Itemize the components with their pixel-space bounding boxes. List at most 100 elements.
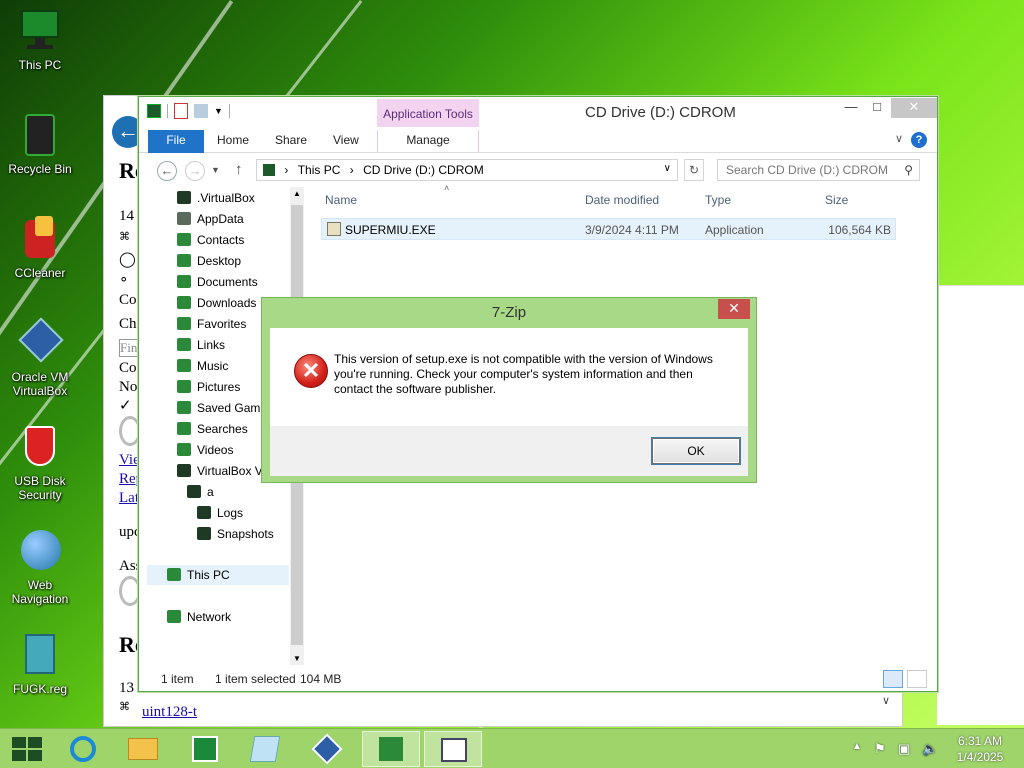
nav-item[interactable]: Saved Game: [177, 398, 267, 418]
desktop-icon-recycle-bin[interactable]: Recycle Bin: [4, 112, 76, 176]
maximize-button[interactable]: □: [863, 98, 891, 118]
desktop-icon-usb-disk-security[interactable]: USB Disk Security: [4, 424, 76, 502]
taskbar-store[interactable]: [176, 731, 234, 767]
new-folder-icon[interactable]: [194, 104, 208, 118]
tab-view[interactable]: View: [333, 130, 359, 152]
large-icons-view-icon[interactable]: [907, 670, 927, 688]
address-bar[interactable]: › This PC › CD Drive (D:) CDROM ∨: [256, 159, 678, 181]
clock-date: 1/4/2025: [956, 750, 1004, 764]
nav-item[interactable]: VirtualBox V: [177, 461, 263, 481]
show-hidden-icons-icon[interactable]: ▲: [852, 741, 862, 752]
search-box[interactable]: Search CD Drive (D:) CDROM ⚲: [717, 159, 920, 181]
taskbar-7zip-setup[interactable]: [362, 731, 420, 767]
tab-file[interactable]: File: [148, 130, 204, 153]
breadcrumb-drive[interactable]: CD Drive (D:) CDROM: [363, 163, 484, 177]
bg-link[interactable]: Vie: [119, 452, 140, 469]
desktop-icon-virtualbox[interactable]: Oracle VM VirtualBox: [4, 317, 76, 398]
address-dropdown-icon[interactable]: ∨: [664, 163, 671, 174]
scroll-down-icon[interactable]: ▼: [293, 654, 301, 663]
nav-item[interactable]: Music: [177, 356, 228, 376]
ribbon-tabs: File Home Share View Manage ∨ ?: [139, 127, 937, 153]
desktop-icon-this-pc[interactable]: This PC: [4, 8, 76, 72]
bg-text: Ch: [119, 316, 137, 332]
bg-text: Co: [119, 360, 137, 376]
column-type[interactable]: Type: [705, 193, 731, 207]
bg-bottom-link[interactable]: uint128-t: [142, 704, 197, 721]
links-icon: [177, 338, 191, 351]
scroll-up-icon[interactable]: ▲: [293, 189, 301, 198]
volume-icon[interactable]: 🔈: [922, 741, 938, 757]
taskbar-file-explorer[interactable]: [114, 731, 172, 767]
clock[interactable]: 6:31 AM 1/4/2025: [950, 733, 1010, 765]
nav-item[interactable]: .VirtualBox: [177, 188, 255, 208]
tab-home[interactable]: Home: [217, 130, 249, 152]
nav-item[interactable]: Desktop: [177, 251, 241, 271]
action-center-flag-icon[interactable]: ⚑: [874, 741, 886, 757]
nav-label: Pictures: [197, 380, 241, 394]
desktop-icon-fugk-reg[interactable]: FUGK.reg: [4, 632, 76, 696]
folder-icon: [177, 212, 191, 225]
nav-item[interactable]: Pictures: [177, 377, 240, 397]
taskbar-app[interactable]: [236, 731, 294, 767]
nav-label: AppData: [197, 212, 244, 226]
taskbar-dialog[interactable]: [424, 731, 482, 767]
expand-ribbon-icon[interactable]: ∨: [895, 132, 903, 145]
up-button[interactable]: ↑: [235, 161, 243, 178]
bg-text: Co: [119, 292, 137, 308]
desktop-icon-label: This PC: [18, 58, 62, 72]
nav-item[interactable]: Documents: [177, 272, 258, 292]
nav-item[interactable]: Favorites: [177, 314, 246, 334]
virtualbox-icon: [17, 317, 64, 366]
tab-share[interactable]: Share: [275, 130, 307, 152]
column-date[interactable]: Date modified: [585, 193, 659, 207]
minimize-button[interactable]: —: [837, 98, 865, 118]
nav-label: Contacts: [197, 233, 245, 247]
refresh-button[interactable]: ↻: [684, 159, 704, 181]
check-icon: ✓: [119, 398, 132, 414]
dialog-close-button[interactable]: ✕: [718, 299, 750, 319]
downloads-icon: [177, 296, 191, 309]
network-tray-icon[interactable]: ▣: [898, 741, 910, 757]
column-name[interactable]: Name: [325, 193, 357, 207]
nav-item[interactable]: a: [187, 482, 214, 502]
nav-item[interactable]: Links: [177, 335, 225, 355]
start-button[interactable]: [2, 731, 60, 767]
details-view-icon[interactable]: [883, 670, 903, 688]
taskbar-virtualbox[interactable]: [298, 731, 356, 767]
breadcrumb-this-pc[interactable]: This PC: [298, 163, 341, 177]
nav-label: Searches: [197, 422, 248, 436]
navigation-bar: ← → ▼ ↑ › This PC › CD Drive (D:) CDROM …: [139, 153, 937, 187]
nav-item[interactable]: AppData: [177, 209, 244, 229]
qat-dropdown-icon[interactable]: ▼: [214, 106, 223, 116]
properties-icon[interactable]: [174, 103, 188, 119]
nav-item[interactable]: Searches: [177, 419, 248, 439]
nav-item-this-pc[interactable]: This PC: [147, 565, 289, 585]
desktop-icon-ccleaner[interactable]: CCleaner: [4, 216, 76, 280]
nav-item-network[interactable]: Network: [167, 607, 231, 627]
nav-item[interactable]: Videos: [177, 440, 233, 460]
forward-button[interactable]: →: [185, 161, 205, 181]
recent-locations-icon[interactable]: ▼: [211, 165, 220, 175]
nav-item[interactable]: Snapshots: [197, 524, 274, 544]
desktop-icon-label: Recycle Bin: [8, 162, 72, 176]
nav-item[interactable]: Downloads: [177, 293, 256, 313]
back-button[interactable]: ←: [157, 161, 177, 181]
ok-button[interactable]: OK: [652, 438, 740, 464]
folder-icon: [187, 485, 201, 498]
saved-games-icon: [177, 401, 191, 414]
nav-item[interactable]: Logs: [197, 503, 243, 523]
desktop-icon-label: FUGK.reg: [12, 682, 67, 696]
internet-explorer-icon: [70, 736, 96, 762]
close-button[interactable]: ✕: [891, 98, 937, 118]
nav-label: Favorites: [197, 317, 247, 331]
tab-manage[interactable]: Manage: [377, 130, 479, 152]
help-icon[interactable]: ?: [911, 132, 927, 148]
monitor-icon: [17, 8, 63, 54]
desktop-icon-web-navigation[interactable]: Web Navigation: [4, 528, 76, 606]
file-row[interactable]: SUPERMIU.EXE 3/9/2024 4:11 PM Applicatio…: [321, 218, 896, 240]
taskbar-internet-explorer[interactable]: [54, 731, 112, 767]
chevron-down-icon[interactable]: ∨: [882, 694, 890, 707]
column-size[interactable]: Size: [825, 193, 848, 207]
nav-item[interactable]: Contacts: [177, 230, 244, 250]
bg-link[interactable]: Lat: [119, 490, 139, 507]
